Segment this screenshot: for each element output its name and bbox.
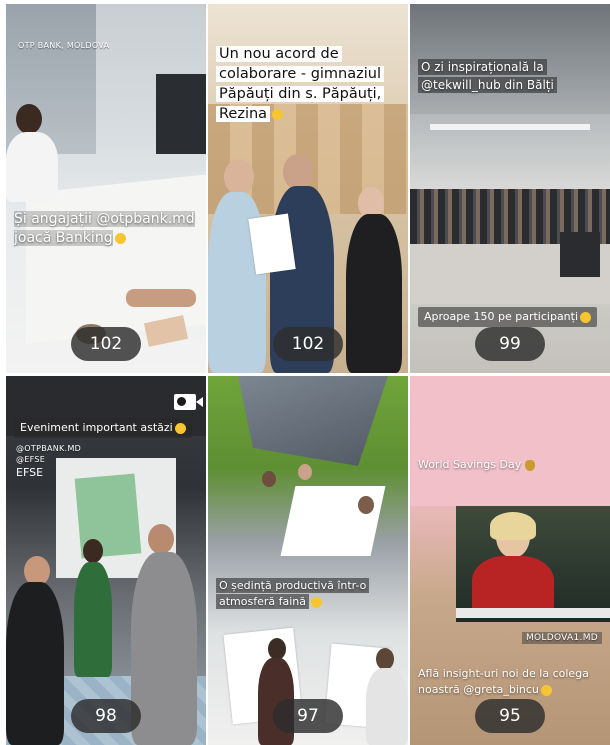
source-tag: MOLDOVA1.MD [521,632,602,644]
post-5-view-count: 97 [273,699,343,733]
slide-text: EFSE [16,466,44,479]
post-2-caption: Un nou acord de colaborare - gimnaziul P… [216,44,400,124]
smiling-face-icon [174,422,186,434]
post-1-caption-text: Și angajații @otpbank.md joacă Banking [14,211,195,246]
post-tile-1[interactable]: OTP BANK, MOLDOVA Și angajații @otpbank.… [6,4,206,373]
smiling-face-icon [114,232,126,244]
post-6-caption-bottom-text: Află insight-uri noi de la colega noastr… [418,667,589,696]
smiling-face-icon [311,596,323,608]
post-4-caption-text: Eveniment important astăzi [20,421,173,434]
mention-tag-1: @OTPBANK.MD [16,444,82,453]
post-6-caption-bottom: Află insight-uri noi de la colega noastr… [418,666,602,698]
post-3-caption-top: O zi inspirațională la @tekwill_hub din … [418,58,602,94]
smiling-face-icon [540,684,552,696]
post-5-caption: O ședință productivă într-o atmosferă fa… [216,578,400,610]
post-tile-6[interactable]: World Savings Day MOLDOVA1.MD Află insig… [410,376,610,745]
post-6-view-count: 95 [475,699,545,733]
post-3-caption-bottom: Aproape 150 pe participanți [418,307,598,327]
post-grid: OTP BANK, MOLDOVA Și angajații @otpbank.… [6,4,610,745]
post-1-image [6,4,206,373]
post-tile-5[interactable]: O ședință productivă într-o atmosferă fa… [208,376,408,745]
location-tag: OTP BANK, MOLDOVA [18,41,110,50]
post-1-view-count: 102 [71,327,141,361]
post-tile-4[interactable]: Eveniment important astăzi @OTPBANK.MD @… [6,376,206,745]
post-2-view-count: 102 [273,327,343,361]
post-6-caption-top-text: World Savings Day [418,458,522,471]
smiling-face-icon [580,311,592,323]
post-3-view-count: 99 [475,327,545,361]
mention-tag-2: @EFSE [16,455,46,464]
money-bag-icon [525,459,536,471]
post-3-caption-top-text: O zi inspirațională la @tekwill_hub din … [418,59,557,93]
post-4-view-count: 98 [71,699,141,733]
post-3-caption-bottom-text: Aproape 150 pe participanți [424,310,579,323]
post-5-image [208,376,408,745]
post-6-caption-top: World Savings Day [418,458,602,472]
post-1-caption: Și angajații @otpbank.md joacă Banking [14,210,198,248]
smiling-face-icon [272,108,284,120]
post-5-caption-text: O ședință productivă într-o atmosferă fa… [216,578,370,609]
post-2-caption-text: Un nou acord de colaborare - gimnaziul P… [216,46,385,122]
post-tile-3[interactable]: O zi inspirațională la @tekwill_hub din … [410,4,610,373]
post-tile-2[interactable]: Un nou acord de colaborare - gimnaziul P… [208,4,408,373]
post-4-caption: Eveniment important astăzi [14,418,192,438]
video-camera-icon [174,394,203,410]
